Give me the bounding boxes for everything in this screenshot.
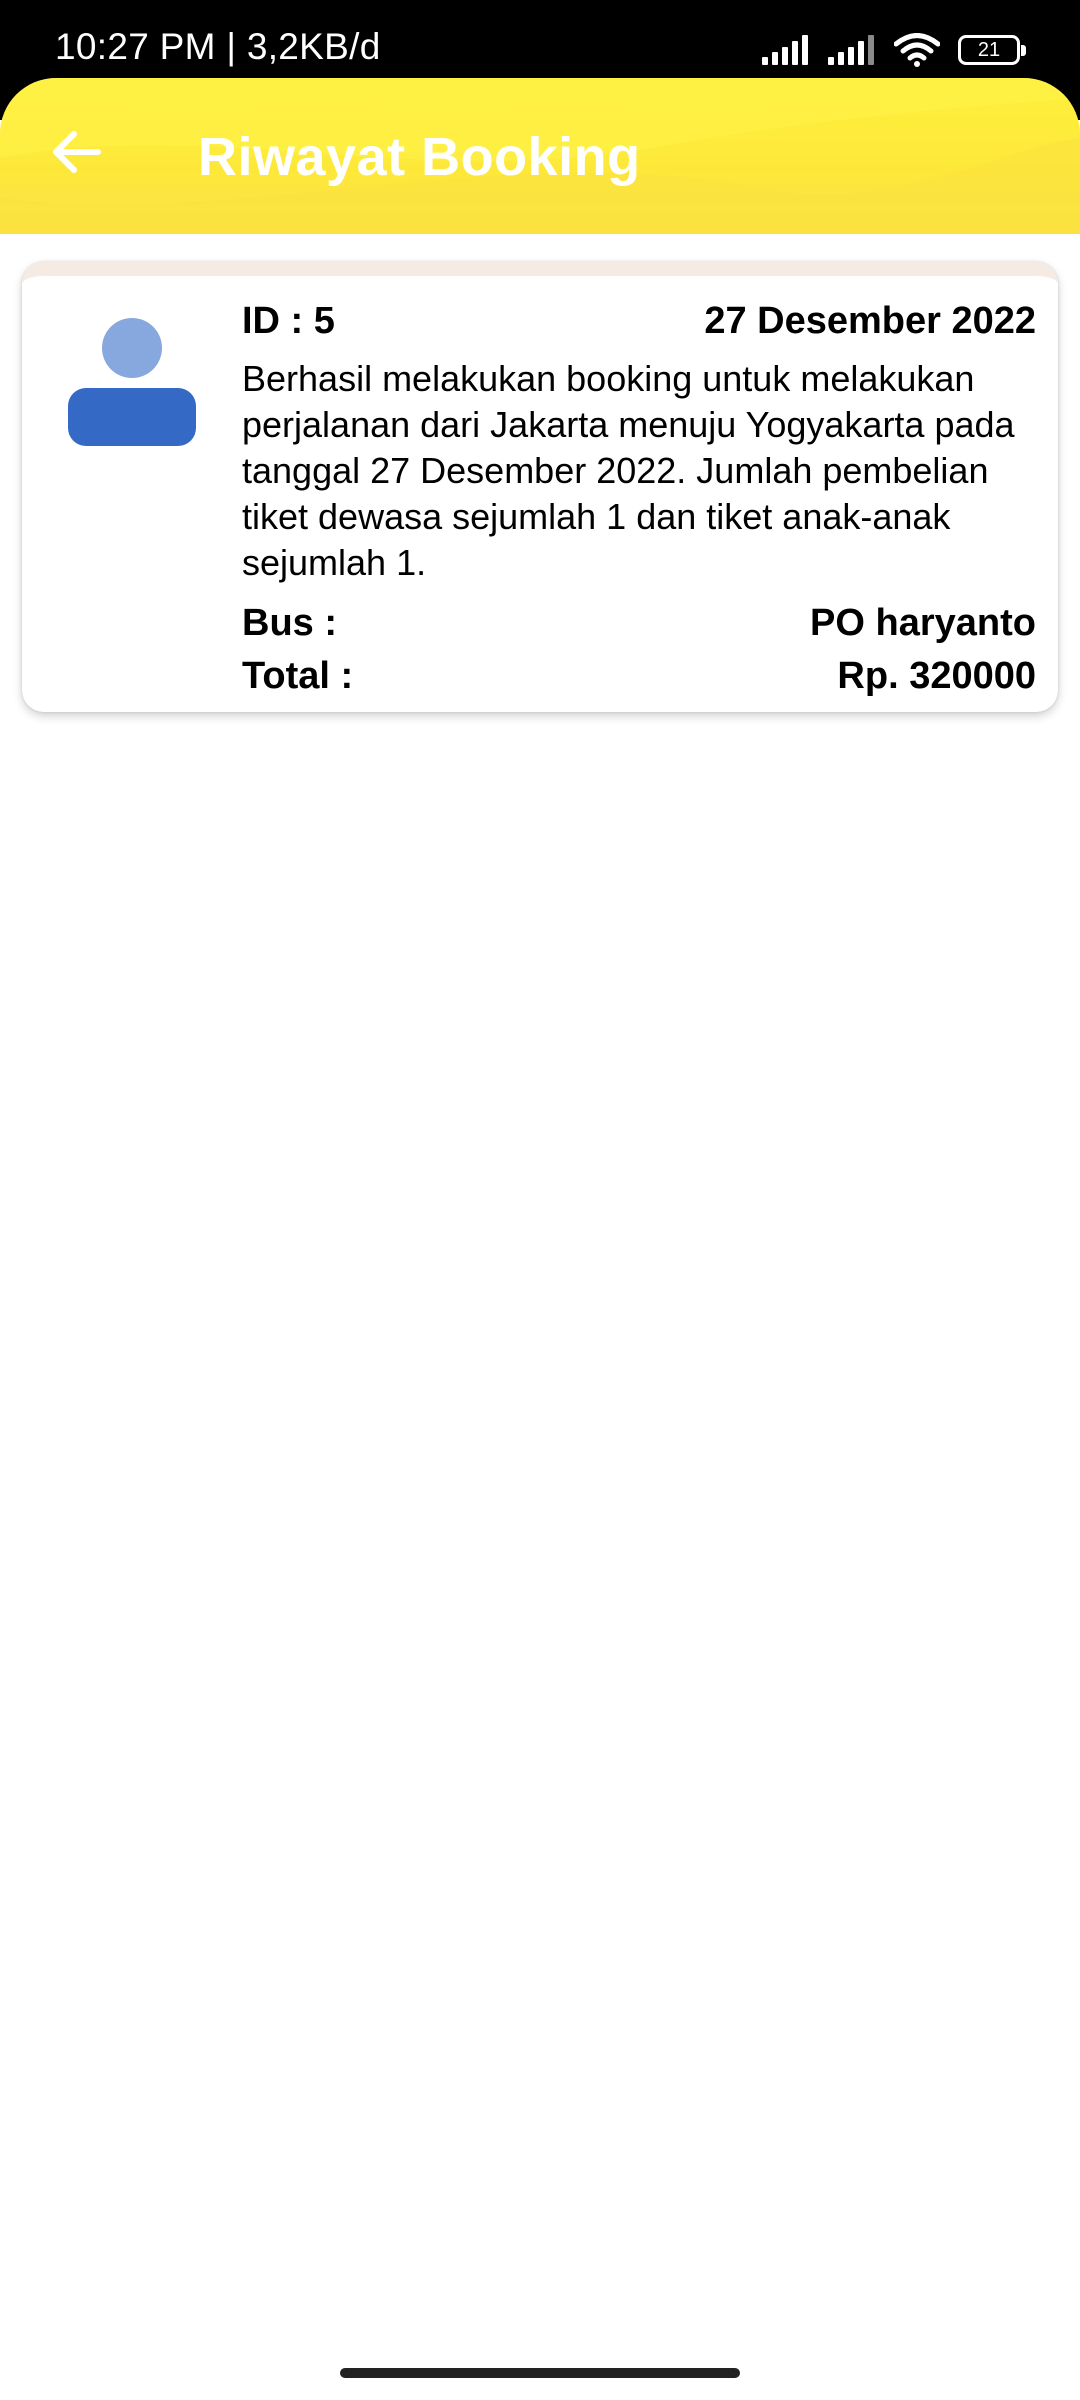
status-time-speed: 10:27 PM | 3,2KB/d (55, 26, 381, 67)
screen: 10:27 PM | 3,2KB/d 21 Riwayat Booking ID… (0, 0, 1080, 2400)
signal-icon (828, 35, 876, 65)
arrow-left-icon (50, 130, 102, 179)
total-value: Rp. 320000 (837, 655, 1036, 697)
app-bar: Riwayat Booking (0, 78, 1080, 234)
person-icon (66, 318, 198, 450)
bus-value: PO haryanto (810, 602, 1036, 644)
wifi-icon (894, 33, 940, 67)
page-title: Riwayat Booking (198, 127, 641, 187)
status-icons: 21 (762, 28, 1026, 72)
booking-date: 27 Desember 2022 (704, 300, 1036, 342)
booking-description: Berhasil melakukan booking untuk melakuk… (242, 358, 1015, 583)
signal-icon (762, 35, 810, 65)
booking-card[interactable]: ID : 5 27 Desember 2022 Berhasil melakuk… (22, 262, 1058, 712)
total-label: Total : (242, 655, 354, 697)
gesture-home-bar[interactable] (340, 2368, 740, 2378)
bus-label: Bus : (242, 602, 337, 644)
battery-level: 21 (977, 38, 1001, 61)
battery-icon: 21 (958, 35, 1026, 65)
back-button[interactable] (40, 118, 112, 190)
booking-id: ID : 5 (242, 300, 335, 342)
